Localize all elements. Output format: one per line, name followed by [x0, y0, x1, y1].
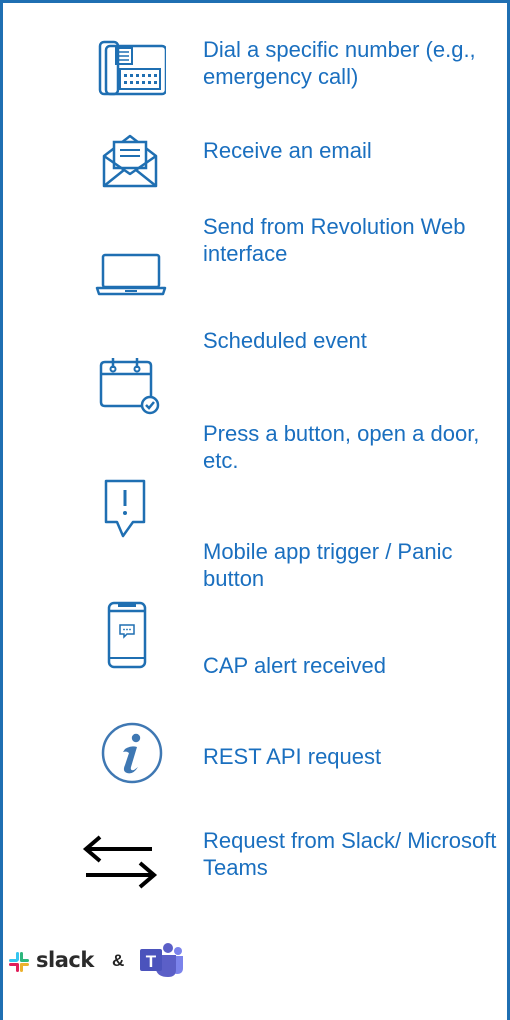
trigger-label-slack: Request from Slack/ Microsoft Teams	[203, 828, 497, 880]
trigger-label-web: Send from Revolution Web interface	[203, 214, 466, 266]
trigger-label-email: Receive an email	[203, 138, 372, 163]
trigger-label-dial: Dial a specific number (e.g., emergency …	[203, 37, 476, 89]
trigger-label-rest: REST API request	[203, 744, 382, 769]
exchange-arrows-icon	[80, 834, 160, 890]
trigger-label-cap: CAP alert received	[203, 653, 387, 678]
email-envelope-icon	[100, 132, 160, 188]
trigger-label-button: Press a button, open a door, etc.	[203, 421, 480, 473]
mobile-phone-icon	[106, 601, 148, 669]
laptop-icon	[95, 252, 167, 296]
teams-logo-icon: T	[138, 942, 184, 983]
trigger-label-scheduled: Scheduled event	[203, 328, 367, 353]
slack-logo-text: slack	[36, 948, 94, 972]
slack-logo-icon	[8, 951, 30, 978]
trigger-label-mobile: Mobile app trigger / Panic button	[203, 539, 453, 591]
calendar-check-icon	[97, 356, 161, 416]
desk-phone-icon	[98, 40, 166, 96]
ampersand-text: &	[112, 951, 125, 970]
alert-bubble-icon	[103, 478, 147, 540]
teams-logo-letter: T	[146, 952, 157, 971]
cap-info-icon	[100, 721, 164, 785]
